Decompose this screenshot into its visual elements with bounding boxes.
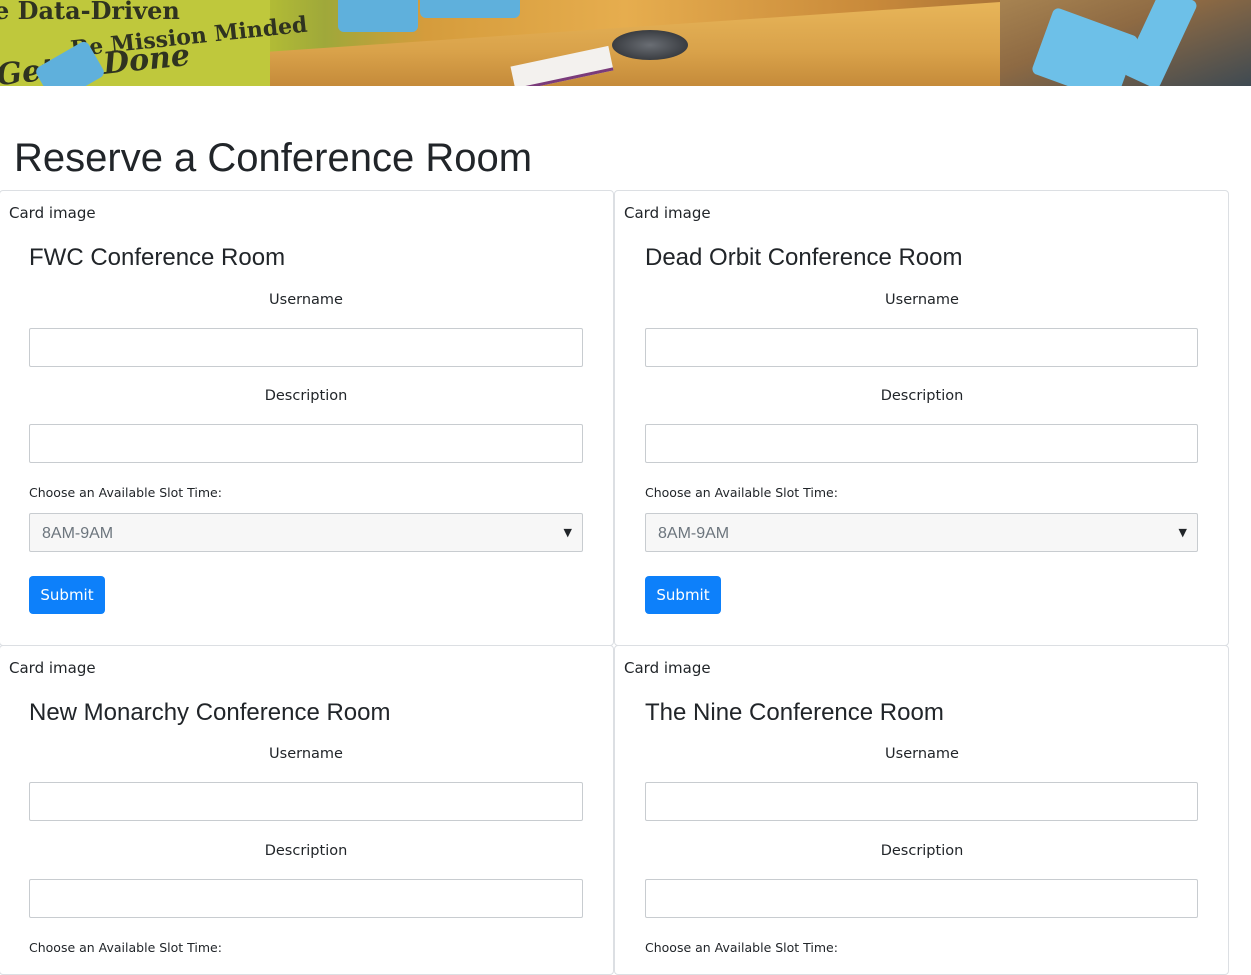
username-input[interactable] [29,782,583,821]
submit-button[interactable]: Submit [29,576,105,614]
chevron-down-icon: ▼ [563,526,572,539]
username-label: Username [885,292,959,308]
username-label: Username [885,746,959,762]
card-title: New Monarchy Conference Room [29,699,391,726]
description-input[interactable] [645,879,1198,918]
username-input[interactable] [29,328,583,367]
description-label: Description [264,388,348,404]
description-label: Description [880,388,964,404]
room-card-dead-orbit: Card image Dead Orbit Conference Room Us… [614,190,1229,646]
card-image: Card image [9,659,96,677]
slot-time-select[interactable]: 8AM-9AM ▼ [29,513,583,552]
username-input[interactable] [645,328,1198,367]
description-input[interactable] [645,424,1198,463]
chevron-down-icon: ▼ [1178,526,1187,539]
description-input[interactable] [29,879,583,918]
banner-wall-text-1: e Data-Driven [0,0,180,25]
room-card-fwc: Card image FWC Conference Room Username … [0,190,614,646]
slot-time-select[interactable]: 8AM-9AM ▼ [645,513,1198,552]
description-label: Description [264,843,348,859]
slot-time-label: Choose an Available Slot Time: [29,485,222,500]
card-image: Card image [624,659,711,677]
slot-time-value: 8AM-9AM [42,525,114,542]
header-banner-image: e Data-Driven Be Mission Minded Get It D… [0,0,1251,86]
card-title: FWC Conference Room [29,244,286,271]
slot-time-label: Choose an Available Slot Time: [645,485,838,500]
slot-time-value: 8AM-9AM [658,525,730,542]
username-label: Username [269,292,343,308]
page-title: Reserve a Conference Room [14,136,533,180]
card-title: The Nine Conference Room [645,699,944,726]
card-title: Dead Orbit Conference Room [645,244,963,271]
banner-conference-phone [612,30,688,60]
card-image: Card image [9,204,96,222]
room-card-new-monarchy: Card image New Monarchy Conference Room … [0,645,614,975]
card-image: Card image [624,204,711,222]
banner-chair [338,0,418,32]
description-input[interactable] [29,424,583,463]
username-input[interactable] [645,782,1198,821]
username-label: Username [269,746,343,762]
slot-time-label: Choose an Available Slot Time: [645,940,838,955]
submit-button[interactable]: Submit [645,576,721,614]
banner-chair [420,0,520,18]
slot-time-label: Choose an Available Slot Time: [29,940,222,955]
description-label: Description [880,843,964,859]
room-card-the-nine: Card image The Nine Conference Room User… [614,645,1229,975]
